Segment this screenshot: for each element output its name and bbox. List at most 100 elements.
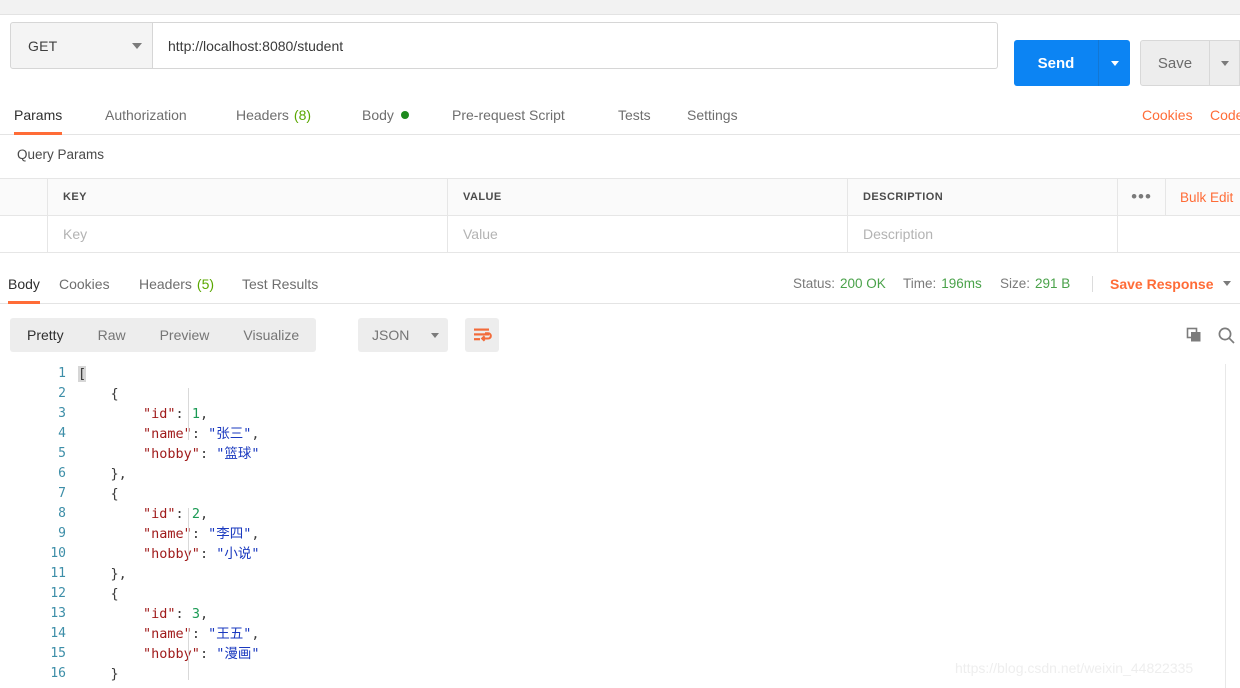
save-response-button[interactable]: Save Response (1110, 263, 1231, 304)
token-pun: , (251, 426, 260, 442)
token-pun: : (199, 446, 217, 462)
view-mode-pretty[interactable]: Pretty (10, 318, 81, 352)
line-number: 3 (58, 406, 66, 421)
code-lines: 1[2 {3 "id": 1, 4 "name": "张三", 5 "hobby":… (0, 364, 1240, 684)
tab-tests[interactable]: Tests (618, 94, 651, 135)
code-line: 9 "name": "李四", (0, 524, 1240, 544)
table-row[interactable]: Key Value Description (0, 215, 1240, 252)
code-line: 11 }, (0, 564, 1240, 584)
postman-window: GET http://localhost:8080/student Send S… (0, 0, 1240, 688)
response-format-select[interactable]: JSON (358, 318, 448, 352)
line-number: 14 (50, 626, 66, 641)
search-glyph (1218, 327, 1235, 344)
tab-body[interactable]: Body (362, 94, 409, 135)
tab-label: Authorization (105, 106, 187, 123)
column-key: KEY (48, 179, 448, 215)
window-tab-strip (0, 0, 1240, 15)
column-description: DESCRIPTION (848, 179, 1118, 215)
response-tab-cookies[interactable]: Cookies (59, 263, 110, 304)
token-str: "漫画" (216, 646, 260, 662)
response-tab-body[interactable]: Body (8, 263, 40, 304)
line-number: 2 (58, 386, 66, 401)
code-scrollbar[interactable] (1226, 364, 1240, 688)
token-pun: : (199, 546, 217, 562)
select-all-cell[interactable] (0, 179, 48, 215)
watermark: https://blog.csdn.net/weixin_44822335 (955, 660, 1194, 676)
line-number: 1 (58, 366, 66, 381)
code-line: 7 { (0, 484, 1240, 504)
save-options-button[interactable] (1210, 40, 1240, 86)
column-actions: ••• Bulk Edit (1118, 178, 1240, 216)
line-number: 12 (50, 586, 66, 601)
token-pun: }, (110, 466, 127, 482)
code-text: "hobby": "篮球" (78, 444, 1240, 464)
token-pun: { (110, 486, 119, 502)
tab-label: Pre-request Script (452, 106, 565, 123)
line-number: 6 (58, 466, 66, 481)
response-view-toolbar: Pretty Raw Preview Visualize JSON (0, 304, 1240, 364)
tab-label: Cookies (59, 275, 110, 292)
cookies-link[interactable]: Cookies (1142, 94, 1193, 135)
http-method-label: GET (28, 37, 58, 54)
more-options-icon[interactable]: ••• (1118, 178, 1166, 216)
token-pun: , (199, 506, 209, 522)
code-text: "id": 1, (78, 404, 1240, 424)
url-input-value: http://localhost:8080/student (168, 37, 344, 54)
token-key: "id" (143, 506, 176, 522)
tab-settings[interactable]: Settings (687, 94, 738, 135)
tab-pre-request-script[interactable]: Pre-request Script (452, 94, 565, 135)
token-pun: , (251, 526, 260, 542)
copy-icon[interactable] (1177, 318, 1211, 352)
code-line: 3 "id": 1, (0, 404, 1240, 424)
word-wrap-glyph (473, 328, 492, 342)
tab-headers[interactable]: Headers (8) (236, 94, 311, 135)
code-text: "name": "张三", (78, 424, 1240, 444)
token-str: "王五" (208, 626, 252, 642)
token-pun: { (110, 586, 119, 602)
row-actions (1118, 216, 1240, 252)
code-line: 1[ (0, 364, 1240, 384)
status-badge: Status: 200 OK (793, 276, 886, 291)
url-input[interactable]: http://localhost:8080/student (153, 22, 998, 69)
tab-label: Tests (618, 106, 651, 123)
http-method-select[interactable]: GET (10, 22, 153, 69)
search-icon[interactable] (1209, 318, 1240, 352)
view-mode-preview[interactable]: Preview (143, 318, 227, 352)
code-text: "name": "李四", (78, 524, 1240, 544)
word-wrap-icon[interactable] (465, 318, 499, 352)
bulk-edit-link[interactable]: Bulk Edit (1166, 190, 1233, 205)
row-checkbox[interactable] (0, 216, 48, 252)
view-mode-raw[interactable]: Raw (81, 318, 143, 352)
response-tab-headers[interactable]: Headers (5) (139, 263, 214, 304)
meta-divider (1092, 276, 1093, 292)
indent-guide (188, 508, 189, 560)
send-options-button[interactable] (1098, 40, 1130, 86)
code-line: 12 { (0, 584, 1240, 604)
line-number: 13 (50, 606, 66, 621)
token-key: "hobby" (143, 446, 200, 462)
response-tab-test-results[interactable]: Test Results (242, 263, 318, 304)
tab-label: Params (14, 106, 63, 123)
line-number: 5 (58, 446, 66, 461)
description-input[interactable]: Description (848, 216, 1118, 252)
size-badge: Size: 291 B (1000, 276, 1071, 291)
tab-params[interactable]: Params (14, 94, 63, 135)
tab-authorization[interactable]: Authorization (105, 94, 187, 135)
response-body-code[interactable]: 1[2 {3 "id": 1, 4 "name": "张三", 5 "hobby":… (0, 364, 1240, 688)
save-button[interactable]: Save (1140, 40, 1210, 86)
value-input[interactable]: Value (448, 216, 848, 252)
key-input[interactable]: Key (48, 216, 448, 252)
indent-guide (188, 628, 189, 680)
token-pun: }, (110, 566, 127, 582)
line-number: 11 (50, 566, 66, 581)
line-number: 16 (50, 666, 66, 681)
code-text: { (78, 484, 1240, 504)
line-number: 7 (58, 486, 66, 501)
view-mode-visualize[interactable]: Visualize (226, 318, 316, 352)
token-str: "篮球" (216, 446, 260, 462)
token-str: "张三" (208, 426, 252, 442)
token-pun: : (175, 606, 192, 622)
send-button[interactable]: Send (1014, 40, 1098, 86)
column-value: VALUE (448, 179, 848, 215)
code-link[interactable]: Code (1210, 94, 1240, 135)
